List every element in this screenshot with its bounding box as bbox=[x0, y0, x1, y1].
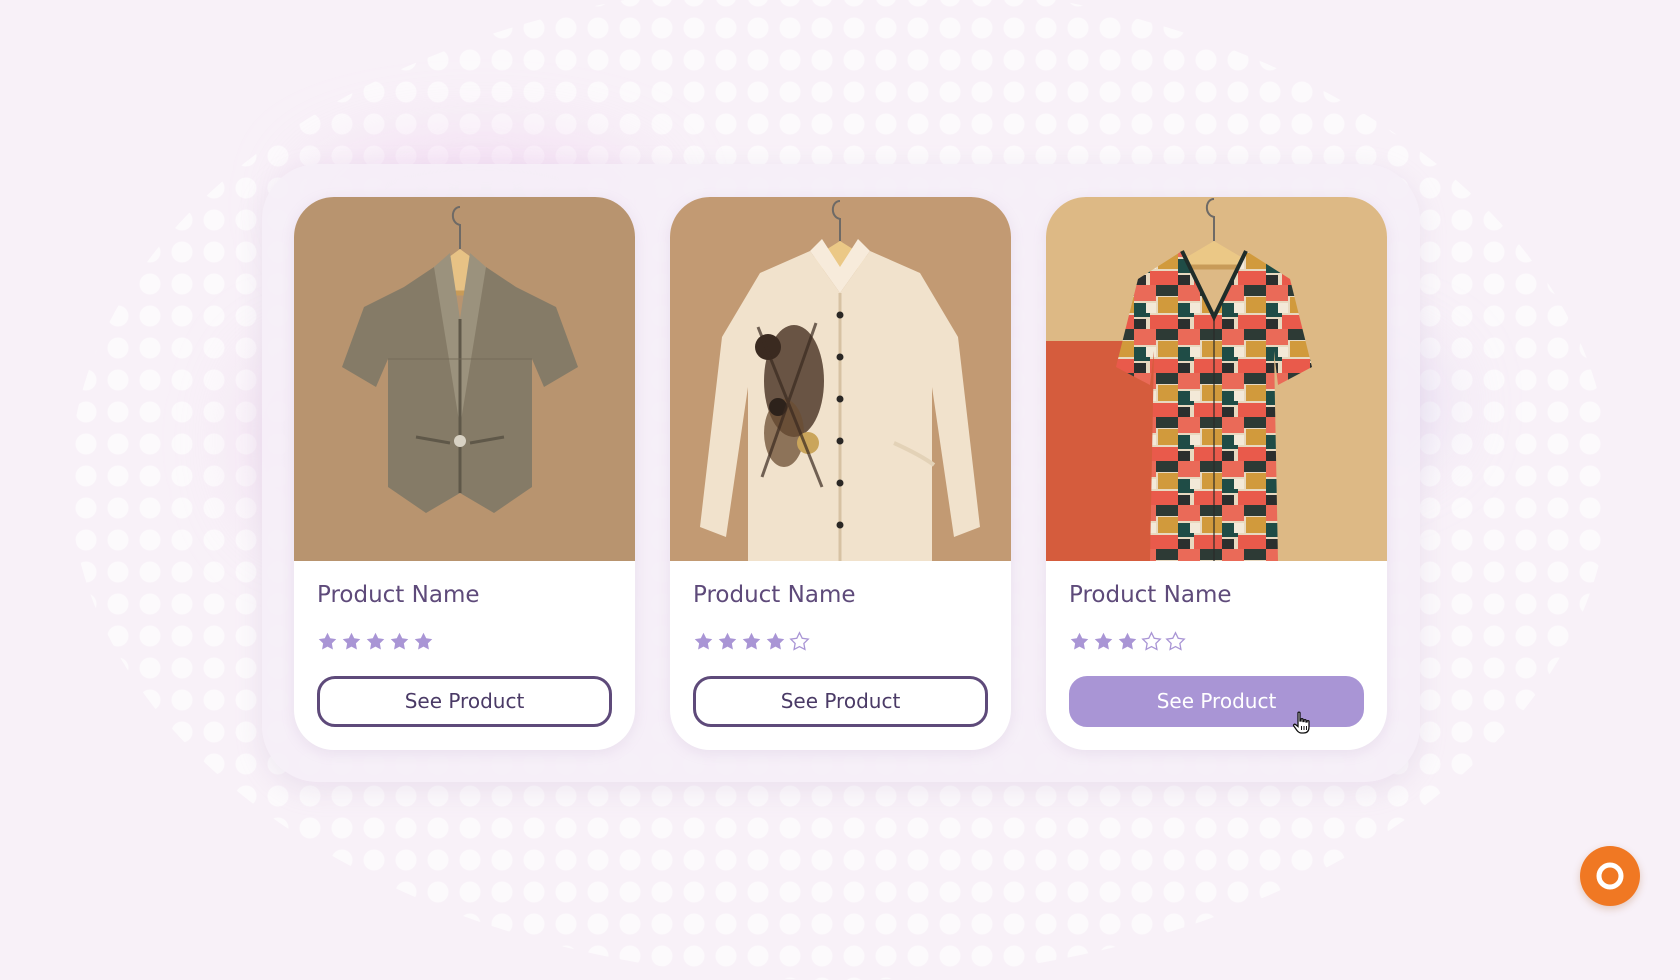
product-image-blouse bbox=[1046, 197, 1387, 561]
star-filled-icon bbox=[318, 632, 337, 650]
star-filled-icon bbox=[1118, 632, 1137, 650]
star-filled-icon bbox=[1070, 632, 1089, 650]
product-card: Product Name See Product bbox=[670, 197, 1011, 750]
see-product-button[interactable]: See Product bbox=[693, 676, 988, 727]
star-empty-icon bbox=[1141, 631, 1162, 651]
star-empty-icon bbox=[789, 631, 810, 651]
star-filled-icon bbox=[366, 632, 385, 650]
product-card: Product Name See Product bbox=[1046, 197, 1387, 750]
star-filled-icon bbox=[1094, 632, 1113, 650]
see-product-button[interactable]: See Product bbox=[317, 676, 612, 727]
star-filled-icon bbox=[414, 632, 433, 650]
hand-pointer-icon bbox=[1292, 711, 1310, 734]
star-rating bbox=[693, 631, 810, 652]
product-name: Product Name bbox=[693, 582, 856, 608]
help-ring-icon bbox=[1596, 862, 1624, 890]
star-rating bbox=[1069, 631, 1186, 652]
product-card: Product Name See Product bbox=[294, 197, 635, 750]
see-product-button[interactable]: See Product bbox=[1069, 676, 1364, 727]
star-filled-icon bbox=[694, 632, 713, 650]
star-rating bbox=[317, 631, 434, 652]
star-filled-icon bbox=[718, 632, 737, 650]
product-name: Product Name bbox=[317, 582, 480, 608]
star-filled-icon bbox=[342, 632, 361, 650]
product-image-shirt bbox=[670, 197, 1011, 561]
star-filled-icon bbox=[390, 632, 409, 650]
product-name: Product Name bbox=[1069, 582, 1232, 608]
help-button[interactable] bbox=[1580, 846, 1640, 906]
product-image-jacket bbox=[294, 197, 635, 561]
star-empty-icon bbox=[1165, 631, 1186, 651]
star-filled-icon bbox=[742, 632, 761, 650]
star-filled-icon bbox=[766, 632, 785, 650]
